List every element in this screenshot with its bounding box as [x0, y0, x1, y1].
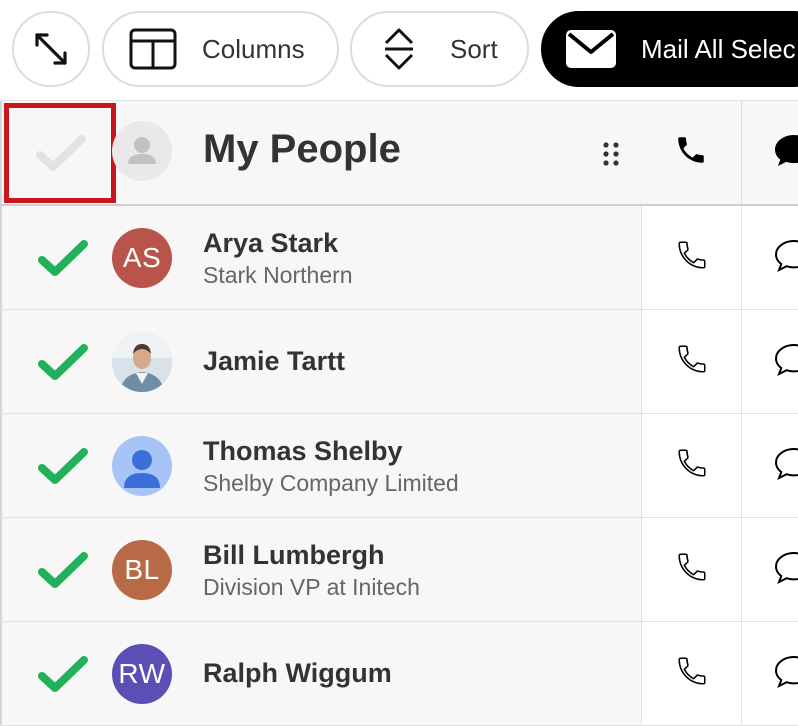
phone-icon [675, 238, 709, 277]
avatar-photo [112, 332, 172, 392]
call-button[interactable] [641, 310, 742, 413]
table-row[interactable]: Thomas Shelby Shelby Company Limited [0, 414, 798, 518]
checkmark-icon [38, 240, 88, 276]
columns-button[interactable]: Columns [102, 11, 339, 87]
person-name[interactable]: Ralph Wiggum [203, 658, 392, 689]
chat-bubble-icon [774, 446, 798, 485]
chat-bubble-icon [774, 654, 798, 693]
avatar-initials: AS [122, 242, 162, 273]
checkmark-icon [38, 656, 88, 692]
avatar: BL [112, 540, 172, 600]
row-checkbox[interactable] [38, 550, 90, 590]
sort-label: Sort [450, 33, 498, 64]
select-all-checkbox[interactable] [36, 133, 88, 178]
mail-all-label: Mail All Selec [641, 33, 796, 64]
person-icon [124, 450, 160, 488]
columns-label: Columns [202, 33, 305, 64]
call-button[interactable] [641, 518, 742, 621]
avatar-initials: RW [118, 658, 166, 689]
call-button[interactable] [641, 206, 742, 309]
mail-all-selected-button[interactable]: Mail All Selec [541, 11, 798, 87]
header-phone-cell[interactable] [641, 101, 741, 204]
table-row[interactable]: Jamie Tartt [0, 310, 798, 414]
avatar-default [112, 436, 172, 496]
chat-bubble-icon [774, 342, 798, 381]
table-row[interactable]: RW Ralph Wiggum [0, 622, 798, 726]
row-checkbox[interactable] [38, 342, 90, 382]
checkmark-icon [38, 344, 88, 380]
person-name[interactable]: Arya Stark [203, 228, 338, 259]
message-button[interactable] [741, 518, 798, 621]
sort-arrows-icon [382, 26, 416, 72]
sort-button[interactable]: Sort [350, 11, 529, 87]
table-row[interactable]: AS Arya Stark Stark Northern [0, 206, 798, 310]
person-name[interactable]: Jamie Tartt [203, 346, 345, 377]
expand-arrows-icon [30, 28, 72, 70]
table-row[interactable]: BL Bill Lumbergh Division VP at Initech [0, 518, 798, 622]
message-button[interactable] [741, 206, 798, 309]
chat-bubble-icon [774, 133, 798, 172]
person-name[interactable]: Bill Lumbergh [203, 540, 385, 571]
avatar: RW [112, 644, 172, 704]
header-chat-cell[interactable] [741, 101, 798, 204]
avatar-initials: BL [124, 554, 160, 585]
phone-icon [675, 654, 709, 693]
profile-photo [112, 332, 172, 392]
avatar: AS [112, 228, 172, 288]
checkmark-icon [36, 135, 86, 171]
row-checkbox[interactable] [38, 654, 90, 694]
person-subtitle: Division VP at Initech [203, 574, 420, 600]
people-table: My People AS Arya Stark Stark Northern J… [0, 100, 798, 726]
message-button[interactable] [741, 414, 798, 517]
drag-handle-icon[interactable] [600, 141, 622, 172]
phone-icon [674, 133, 708, 172]
message-button[interactable] [741, 310, 798, 413]
person-subtitle: Stark Northern [203, 262, 353, 288]
toolbar: Columns Sort Mail All Selec [0, 0, 798, 100]
person-subtitle: Shelby Company Limited [203, 470, 459, 496]
person-icon [128, 137, 156, 164]
chat-bubble-icon [774, 550, 798, 589]
phone-icon [675, 446, 709, 485]
row-checkbox[interactable] [38, 446, 90, 486]
expand-button[interactable] [12, 11, 90, 87]
chat-bubble-icon [774, 238, 798, 277]
phone-icon [675, 550, 709, 589]
header-avatar-placeholder [112, 121, 172, 181]
checkmark-icon [38, 448, 88, 484]
checkmark-icon [38, 552, 88, 588]
row-checkbox[interactable] [38, 238, 90, 278]
envelope-icon [565, 29, 617, 69]
table-left-border [0, 101, 2, 204]
call-button[interactable] [641, 414, 742, 517]
columns-layout-icon [129, 28, 177, 70]
phone-icon [675, 342, 709, 381]
table-header: My People [0, 100, 798, 206]
page-title: My People [203, 127, 401, 171]
person-name[interactable]: Thomas Shelby [203, 436, 403, 467]
